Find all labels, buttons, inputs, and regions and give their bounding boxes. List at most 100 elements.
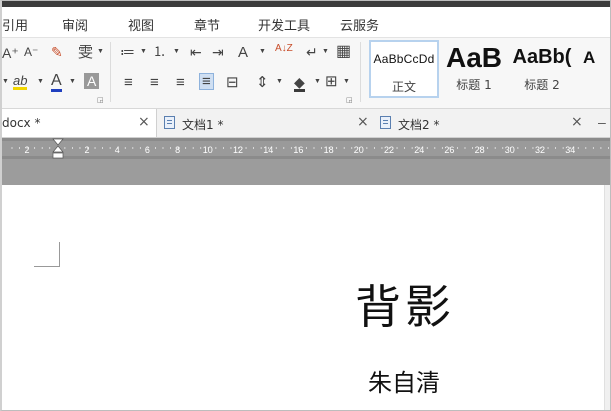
bullets-button[interactable]: ≔ bbox=[120, 45, 135, 60]
chevron-down-icon[interactable]: ▼ bbox=[173, 48, 180, 55]
ribbon-toolbar: A⁺ A⁻ ✎ 雯 ▼ ▼ ab ▼ A ▼ A ◲ ≔ ▼ ⒈ ▼ ⇤ ⇥ A… bbox=[0, 38, 611, 109]
menu-view[interactable]: 视图 bbox=[128, 15, 154, 34]
styles-gallery: AaBbCcDd 正文 AaB 标题 1 AaBb( 标题 2 A bbox=[367, 40, 611, 104]
sort-button[interactable]: A↓Z bbox=[275, 44, 293, 54]
ruler-tick-label: 32 bbox=[535, 145, 545, 155]
close-icon[interactable]: × bbox=[571, 114, 583, 130]
document-icon bbox=[164, 116, 175, 129]
style-heading-3[interactable]: A bbox=[583, 40, 611, 98]
ruler-tick-label: 8 bbox=[175, 145, 180, 155]
font-shrink-button[interactable]: A⁻ bbox=[24, 46, 38, 58]
indent-marker-icon[interactable] bbox=[52, 138, 64, 159]
ruler-tick-label: 20 bbox=[354, 145, 364, 155]
chevron-down-icon[interactable]: ▼ bbox=[97, 48, 104, 55]
chevron-down-icon[interactable]: ▼ bbox=[2, 78, 9, 85]
ruler-tick-label: 16 bbox=[293, 145, 303, 155]
style-normal[interactable]: AaBbCcDd 正文 bbox=[369, 40, 439, 98]
document-title[interactable]: 背影 bbox=[355, 271, 455, 337]
ruler-tick-label: 24 bbox=[414, 145, 424, 155]
font-color-button[interactable]: A bbox=[51, 73, 62, 92]
style-name: 正文 bbox=[391, 80, 416, 94]
ribbon-separator bbox=[360, 42, 361, 102]
ruler-scale: 2 2 4 6 8 10 12 14 16 18 20 22 24 26 28 30 32 34 bbox=[11, 145, 609, 155]
ruler-tick-label: 2 bbox=[84, 145, 89, 155]
close-icon[interactable]: × bbox=[138, 114, 150, 130]
menu-cloud-services[interactable]: 云服务 bbox=[340, 15, 379, 34]
title-bar-strip bbox=[0, 0, 611, 7]
character-scale-button[interactable]: A bbox=[238, 45, 248, 60]
align-right-button[interactable]: ≡ bbox=[176, 75, 185, 90]
font-grow-button[interactable]: A⁺ bbox=[2, 46, 19, 60]
ruler-tick-label: 12 bbox=[233, 145, 243, 155]
chevron-down-icon[interactable]: ▼ bbox=[276, 78, 283, 85]
chevron-down-icon[interactable]: ▼ bbox=[343, 78, 350, 85]
tab-label: 文档2 * bbox=[398, 118, 440, 132]
menu-review[interactable]: 审阅 bbox=[62, 15, 88, 34]
tab-label: 文档1 * bbox=[182, 118, 224, 132]
chevron-down-icon[interactable]: ▼ bbox=[314, 78, 321, 85]
chevron-down-icon[interactable]: ▼ bbox=[322, 48, 329, 55]
style-heading-2[interactable]: AaBb( 标题 2 bbox=[509, 40, 575, 98]
chevron-down-icon[interactable]: ▼ bbox=[140, 48, 147, 55]
increase-indent-button[interactable]: ⇥ bbox=[212, 45, 224, 59]
style-name: 标题 2 bbox=[524, 78, 560, 92]
numbering-button[interactable]: ⒈ bbox=[153, 45, 166, 58]
horizontal-ruler[interactable]: 2 2 4 6 8 10 12 14 16 18 20 22 24 26 28 30 32 34 bbox=[0, 138, 611, 159]
style-heading-1[interactable]: AaB 标题 1 bbox=[441, 40, 507, 98]
align-center-button[interactable]: ≡ bbox=[150, 75, 159, 90]
page-margin-corner bbox=[34, 242, 60, 267]
document-author[interactable]: 朱自清 bbox=[368, 363, 440, 398]
minimize-tab-icon[interactable]: – bbox=[598, 115, 606, 129]
wps-writer-window: 引用 审阅 视图 章节 开发工具 云服务 A⁺ A⁻ ✎ 雯 ▼ ▼ ab ▼ … bbox=[0, 0, 611, 411]
style-name: 标题 1 bbox=[456, 78, 492, 92]
document-tab-bar: docx * × 文档1 * × 文档2 * × – bbox=[0, 109, 611, 138]
ruler-tick-label: 28 bbox=[475, 145, 485, 155]
ruler-tick-label: 26 bbox=[444, 145, 454, 155]
ruler-tick-label: 4 bbox=[115, 145, 120, 155]
align-left-button[interactable]: ≡ bbox=[124, 75, 133, 90]
chevron-down-icon[interactable]: ▼ bbox=[69, 78, 76, 85]
style-sample: AaB bbox=[445, 42, 502, 73]
character-shading-button[interactable]: A bbox=[84, 73, 100, 89]
clear-format-icon[interactable]: ✎ bbox=[51, 45, 63, 59]
tab-label: docx * bbox=[2, 116, 41, 130]
document-page[interactable]: 背影 朱自清 bbox=[0, 185, 611, 411]
style-sample: A bbox=[583, 48, 596, 67]
ruler-tick-label: 34 bbox=[565, 145, 575, 155]
decrease-indent-button[interactable]: ⇤ bbox=[190, 45, 202, 59]
ruler-tick-label: 22 bbox=[384, 145, 394, 155]
style-sample: AaBb( bbox=[512, 46, 572, 68]
style-sample: AaBbCcDd bbox=[373, 52, 435, 66]
tab-document-2[interactable]: 文档2 * × bbox=[378, 109, 588, 137]
ribbon-separator bbox=[110, 42, 111, 102]
vertical-scrollbar[interactable] bbox=[604, 185, 611, 411]
ruler-tick-label: 30 bbox=[505, 145, 515, 155]
paragraph-shading-button[interactable]: ◆ bbox=[294, 75, 305, 92]
ruler-tick-label: 6 bbox=[145, 145, 150, 155]
phonetic-guide-button[interactable]: 雯 bbox=[78, 45, 93, 60]
paragraph-dialog-launcher-icon[interactable]: ◲ bbox=[346, 96, 353, 104]
ruler-tick-label: 18 bbox=[324, 145, 334, 155]
page-gap bbox=[0, 159, 611, 185]
menu-section[interactable]: 章节 bbox=[194, 15, 220, 34]
document-icon bbox=[380, 116, 391, 129]
line-spacing-button[interactable]: ⇕ bbox=[256, 75, 269, 90]
chevron-down-icon[interactable]: ▼ bbox=[37, 78, 44, 85]
menu-bar: 引用 审阅 视图 章节 开发工具 云服务 bbox=[0, 7, 611, 38]
close-icon[interactable]: × bbox=[357, 114, 369, 130]
paragraph-marks-button[interactable]: ↵ bbox=[306, 45, 318, 59]
menu-developer-tools[interactable]: 开发工具 bbox=[258, 15, 310, 34]
tab-document-1[interactable]: 文档1 * × bbox=[160, 109, 374, 137]
font-dialog-launcher-icon[interactable]: ◲ bbox=[97, 96, 104, 104]
borders-button[interactable]: ⊞ bbox=[325, 74, 338, 89]
chevron-down-icon[interactable]: ▼ bbox=[259, 48, 266, 55]
menu-references[interactable]: 引用 bbox=[2, 15, 28, 34]
ruler-tick-label: 2 bbox=[24, 145, 29, 155]
ruler-tick-label: 14 bbox=[263, 145, 273, 155]
justify-button[interactable]: ≡ bbox=[199, 73, 214, 90]
highlight-button[interactable]: ab bbox=[13, 74, 28, 90]
table-icon[interactable]: ▦ bbox=[336, 44, 351, 60]
tab-docx[interactable]: docx * × bbox=[0, 109, 157, 137]
ruler-tick-label: 10 bbox=[203, 145, 213, 155]
distributed-align-button[interactable]: ⊟ bbox=[226, 75, 239, 90]
